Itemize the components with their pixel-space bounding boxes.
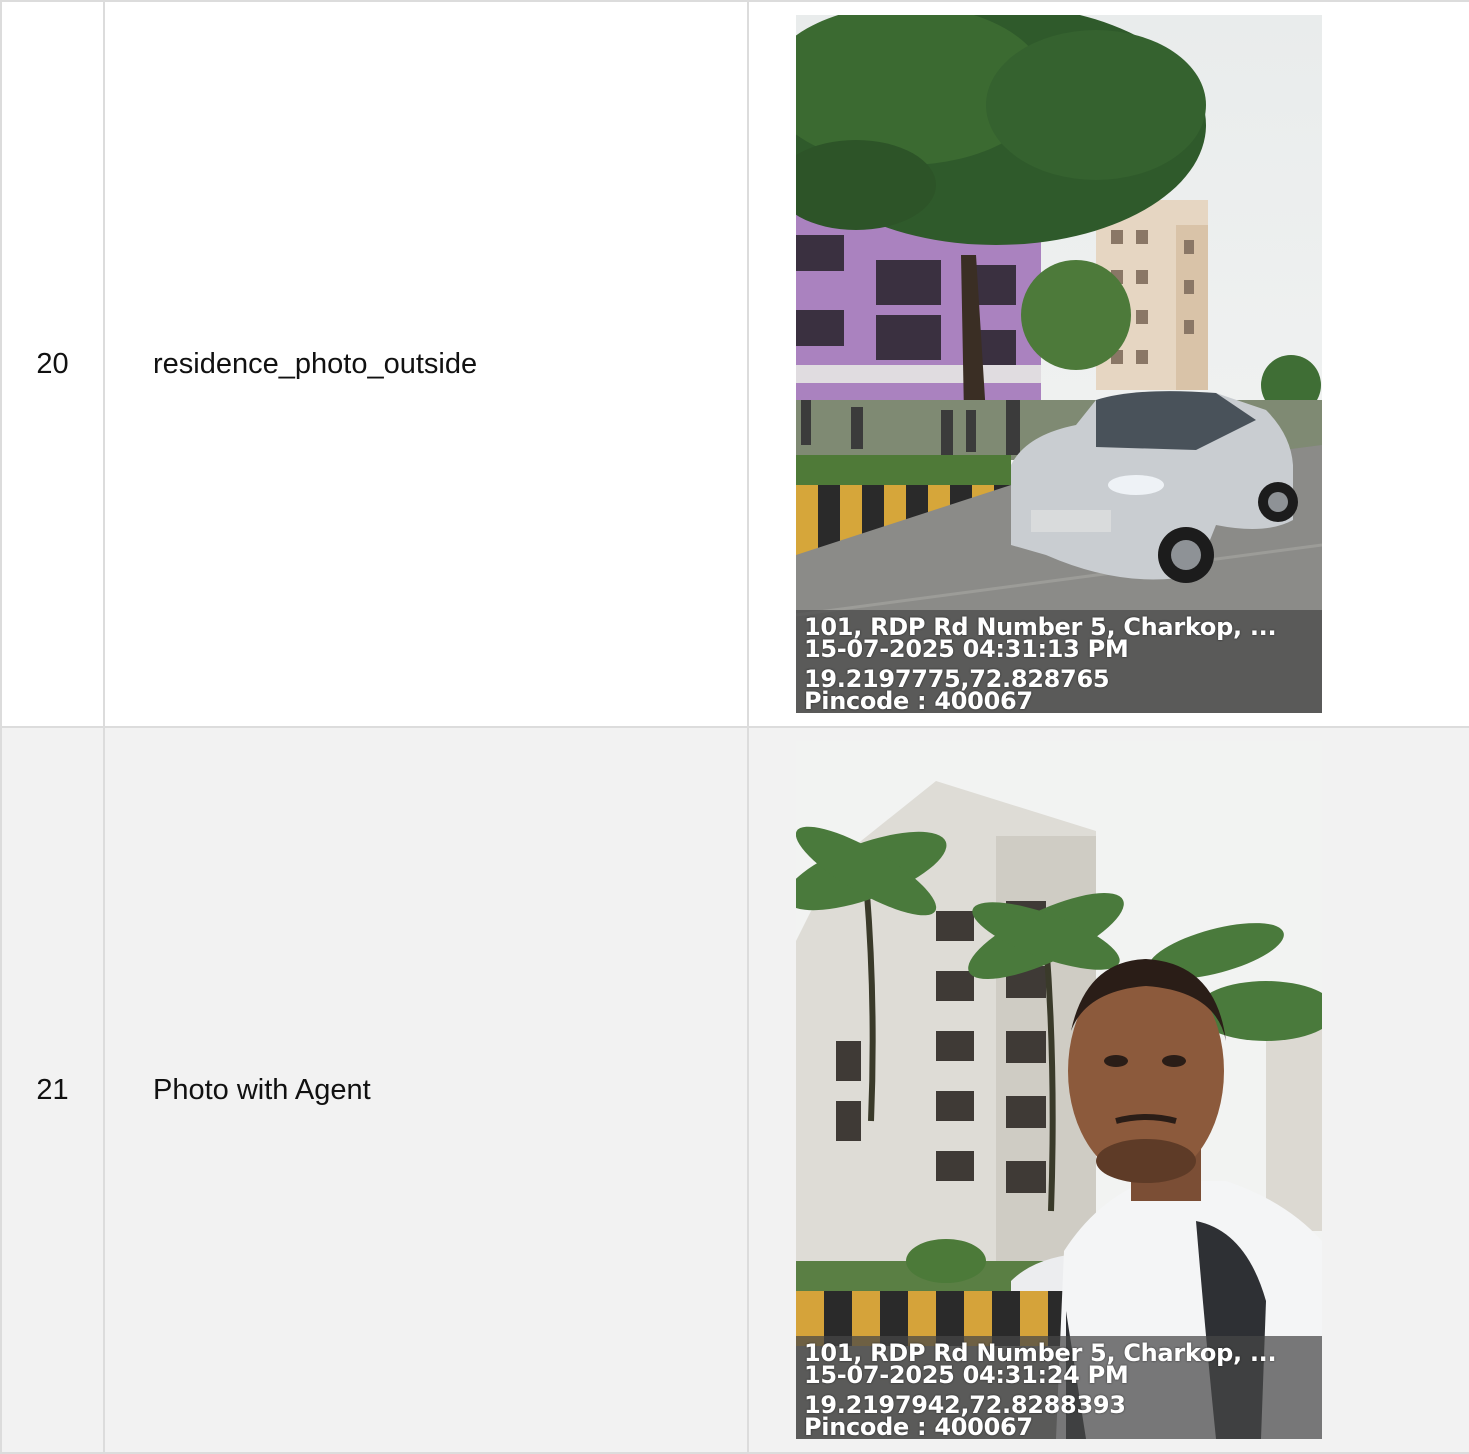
residence-photo-image xyxy=(796,15,1322,713)
row-label: Photo with Agent xyxy=(103,726,749,1454)
row-number: 20 xyxy=(0,0,105,728)
table-row: 20 residence_photo_outside 101, RDP Rd N… xyxy=(0,0,1469,728)
agent-photo-image xyxy=(796,741,1322,1439)
row-number: 21 xyxy=(0,726,105,1454)
photo-table: 20 residence_photo_outside 101, RDP Rd N… xyxy=(0,0,1469,1454)
agent-photo[interactable]: 101, RDP Rd Number 5, Charkop, ... 15-07… xyxy=(796,741,1322,1439)
row-label: residence_photo_outside xyxy=(103,0,749,728)
photo-stamp: 101, RDP Rd Number 5, Charkop, ... 15-07… xyxy=(796,1336,1322,1439)
photo-stamp: 101, RDP Rd Number 5, Charkop, ... 15-07… xyxy=(796,610,1322,713)
stamp-pincode: Pincode : 400067 xyxy=(804,1413,1033,1439)
table-row: 21 Photo with Agent 101, RDP Rd Number 5… xyxy=(0,726,1469,1454)
photo-cell: 101, RDP Rd Number 5, Charkop, ... 15-07… xyxy=(747,0,1469,728)
residence-photo[interactable]: 101, RDP Rd Number 5, Charkop, ... 15-07… xyxy=(796,15,1322,713)
stamp-datetime: 15-07-2025 04:31:13 PM xyxy=(804,635,1129,663)
stamp-datetime: 15-07-2025 04:31:24 PM xyxy=(804,1361,1129,1389)
photo-cell: 101, RDP Rd Number 5, Charkop, ... 15-07… xyxy=(747,726,1469,1454)
stamp-pincode: Pincode : 400067 xyxy=(804,687,1033,713)
